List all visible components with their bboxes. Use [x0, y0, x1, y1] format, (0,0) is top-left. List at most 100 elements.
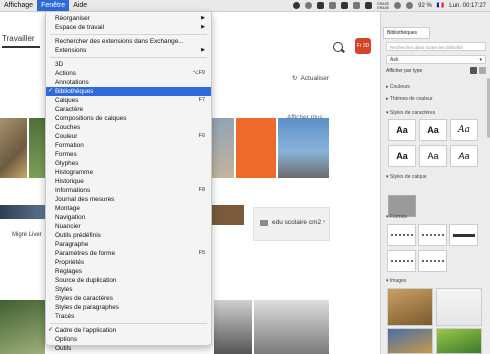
menu-item[interactable]: Couches	[46, 123, 211, 132]
tab-travailler[interactable]: Travailler	[2, 34, 35, 43]
char-style-5[interactable]: Aa	[419, 145, 447, 167]
menu-item[interactable]: Rechercher des extensions dans Exchange.…	[46, 37, 211, 46]
shape-1[interactable]	[387, 224, 416, 246]
wifi-icon[interactable]	[406, 2, 414, 9]
thumbnail-airport[interactable]	[278, 118, 329, 178]
display-icon[interactable]	[353, 2, 361, 9]
menu-item[interactable]: Tracés	[46, 312, 211, 321]
section-themes[interactable]: Thèmes de couleur	[386, 96, 433, 102]
section-styles-caracteres[interactable]: Styles de caractères	[386, 110, 435, 116]
library-search-input[interactable]: Rechercher dans toutes les bibliothè	[386, 42, 486, 51]
section-couleurs[interactable]: Couleurs	[386, 84, 410, 90]
image-slug[interactable]	[436, 288, 482, 326]
menu-item[interactable]: Montage	[46, 204, 211, 213]
thumbnail-garden[interactable]	[0, 300, 45, 354]
edu-folder-card[interactable]: edu scolaire cm2 ›	[253, 207, 330, 241]
refresh-button[interactable]: ↻ Actualiser	[292, 74, 329, 83]
menu-item[interactable]: Informations F8	[46, 186, 211, 195]
menu-item[interactable]: Propriétés	[46, 258, 211, 267]
menubar-aide[interactable]: Aide	[69, 0, 91, 11]
bluetooth-icon[interactable]	[394, 2, 402, 9]
menu-item[interactable]: Réglages	[46, 267, 211, 276]
menu-item[interactable]: 3D	[46, 60, 211, 69]
section-formes[interactable]: Formes	[386, 214, 407, 220]
tab-bibliotheques[interactable]: Bibliothèques	[383, 27, 430, 39]
thumbnail-migre[interactable]	[0, 205, 45, 219]
menubar-fenetre[interactable]: Fenêtre	[37, 0, 70, 11]
menu-item-label: Rechercher des extensions dans Exchange.…	[55, 38, 184, 45]
view-by-type-dropdown[interactable]: Afficher par type	[386, 68, 422, 74]
list-view-icon[interactable]	[479, 67, 486, 74]
menu-item[interactable]: Annotations	[46, 78, 211, 87]
search-icon[interactable]	[333, 42, 343, 52]
char-style-6[interactable]: Aa	[450, 145, 478, 167]
menu-item[interactable]: Réorganiser ▶	[46, 14, 211, 23]
menubar-affichage[interactable]: Affichage	[0, 0, 37, 11]
sync-icon[interactable]	[305, 2, 313, 9]
menu-item-label: Outils	[55, 345, 72, 352]
menu-item[interactable]: Paramètres de forme F5	[46, 249, 211, 258]
avatar[interactable]: Fr 3D	[355, 38, 371, 54]
char-style-1[interactable]: Aa	[388, 119, 416, 141]
grid-view-icon[interactable]	[470, 67, 477, 74]
app-icon[interactable]	[317, 2, 325, 9]
char-style-3[interactable]: Aa	[450, 119, 478, 141]
screen-icon[interactable]	[329, 2, 337, 9]
menu-item[interactable]: Actions ⌥F9	[46, 69, 211, 78]
shape-stroke	[391, 234, 413, 240]
menu-item[interactable]: Compositions de calques	[46, 114, 211, 123]
menu-item[interactable]: Historique	[46, 177, 211, 186]
section-styles-calque[interactable]: Styles de calque	[386, 174, 427, 180]
menu-item[interactable]: Source de duplication	[46, 276, 211, 285]
shape-4[interactable]	[387, 250, 416, 272]
shape-2[interactable]	[418, 224, 447, 246]
menu-item[interactable]: Outils prédéfinis	[46, 231, 211, 240]
menu-item[interactable]: Outils	[46, 344, 211, 353]
thumbnail-leaves[interactable]	[29, 118, 45, 178]
image-lion[interactable]	[387, 288, 433, 326]
menu-item[interactable]: Formation	[46, 141, 211, 150]
thumbnail-orange-art[interactable]	[236, 118, 276, 178]
menu-item[interactable]: Journal des mesures	[46, 195, 211, 204]
menu-item[interactable]: Caractère	[46, 105, 211, 114]
cast-icon[interactable]	[365, 2, 373, 9]
menu-item[interactable]: Espace de travail ▶	[46, 23, 211, 32]
edu-folder-label: edu scolaire cm2	[272, 219, 322, 226]
thumbnail-tree[interactable]	[214, 300, 252, 354]
menu-item[interactable]: Styles de caractères	[46, 294, 211, 303]
menu-item[interactable]: Options	[46, 335, 211, 344]
thumbnail-brown[interactable]	[210, 205, 244, 225]
menu-item[interactable]: Glyphes	[46, 159, 211, 168]
erase-indicator[interactable]: ERASE ERASE	[377, 2, 389, 10]
char-style-2[interactable]: Aa	[419, 119, 447, 141]
checkmark-icon: ✓	[48, 327, 54, 333]
library-select[interactable]: Ask	[386, 55, 486, 65]
menu-item[interactable]: Couleur F6	[46, 132, 211, 141]
menu-item[interactable]: Styles de paragraphes	[46, 303, 211, 312]
clock[interactable]: Lun. 00:17:27	[449, 3, 486, 9]
menu-item[interactable]: ✓ Bibliothèques	[46, 87, 211, 96]
input-flag[interactable]: 🇫🇷	[437, 2, 444, 9]
menu-item[interactable]: ✓ Cadre de l'application	[46, 326, 211, 335]
menu-item[interactable]: Navigation	[46, 213, 211, 222]
camera-icon[interactable]	[341, 2, 349, 9]
image-thumb-3[interactable]	[387, 328, 433, 354]
refresh-icon: ↻	[292, 75, 298, 82]
menu-item[interactable]: Paragraphe	[46, 240, 211, 249]
menu-item[interactable]: Calques F7	[46, 96, 211, 105]
creative-cloud-icon[interactable]	[293, 2, 301, 9]
menu-item[interactable]: Extensions ▶	[46, 46, 211, 55]
menu-item[interactable]: Nuancier	[46, 222, 211, 231]
battery-percent[interactable]: 92 %	[418, 3, 432, 9]
shape-3[interactable]	[449, 224, 478, 246]
menu-item[interactable]: Formes	[46, 150, 211, 159]
thumbnail-bowl[interactable]	[0, 118, 27, 178]
thumbnail-people[interactable]	[210, 118, 234, 178]
section-images[interactable]: Images	[386, 278, 406, 284]
shape-5[interactable]	[418, 250, 447, 272]
thumbnail-cathedral[interactable]	[254, 300, 329, 354]
menu-item[interactable]: Histogramme	[46, 168, 211, 177]
char-style-4[interactable]: Aa	[388, 145, 416, 167]
image-thumb-4[interactable]	[436, 328, 482, 354]
menu-item[interactable]: Styles	[46, 285, 211, 294]
